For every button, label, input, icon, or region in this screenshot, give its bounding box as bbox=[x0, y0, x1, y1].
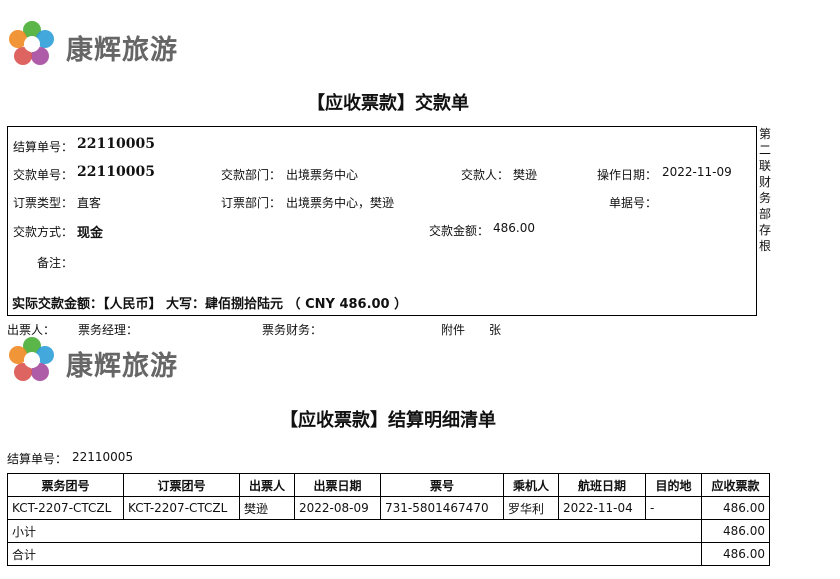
pay-no-value: 22110005 bbox=[77, 164, 155, 180]
pay-amount-value: 486.00 bbox=[493, 221, 535, 235]
table-header-row: 票务团号 订票团号 出票人 出票日期 票号 乘机人 航班日期 目的地 应收票款 bbox=[7, 473, 770, 497]
column-header: 航班日期 bbox=[558, 473, 646, 497]
subtotal-row: 小计 486.00 bbox=[7, 519, 770, 543]
order-dept-label: 订票部门： bbox=[221, 196, 282, 210]
pay-method-value: 现金 bbox=[77, 226, 104, 241]
settle-no-value: 22110005 bbox=[77, 136, 155, 152]
copy-note-char: 部 bbox=[758, 207, 771, 221]
actual-amount-line: 实际交款金额：【人民币】 大写：肆佰捌拾陆元 （ CNY 486.00 ） bbox=[12, 297, 408, 312]
brand-name: 康辉旅游 bbox=[66, 35, 178, 66]
column-header: 票务团号 bbox=[7, 473, 124, 497]
pay-dept-value: 出境票务中心 bbox=[286, 168, 359, 182]
subtotal-value: 486.00 bbox=[701, 519, 770, 543]
total-value: 486.00 bbox=[701, 542, 770, 566]
doc-no-label: 单据号： bbox=[609, 196, 658, 210]
op-date-label: 操作日期： bbox=[597, 168, 658, 182]
receipt-title: 【应收票款】交款单 bbox=[307, 93, 469, 114]
detail-title: 【应收票款】结算明细清单 bbox=[280, 410, 496, 431]
table-cell: 2022-08-09 bbox=[294, 496, 381, 520]
copy-note-char: 存 bbox=[758, 223, 771, 237]
remark-label: 备注： bbox=[37, 256, 74, 270]
detail-table: 票务团号 订票团号 出票人 出票日期 票号 乘机人 航班日期 目的地 应收票款 … bbox=[7, 473, 770, 566]
payer-label: 交款人： bbox=[461, 168, 510, 182]
table-cell: 486.00 bbox=[701, 496, 770, 520]
copy-note: 第 二 联 财 务 部 存 根 bbox=[758, 126, 772, 254]
table-cell: KCT-2207-CTCZL bbox=[123, 496, 240, 520]
pay-dept-label: 交款部门： bbox=[221, 168, 282, 182]
company-logo: 康辉旅游 bbox=[8, 336, 188, 388]
total-row: 合计 486.00 bbox=[7, 542, 770, 566]
copy-note-char: 第 bbox=[758, 127, 771, 141]
column-header: 乘机人 bbox=[503, 473, 559, 497]
pay-no-label: 交款单号： bbox=[13, 168, 74, 182]
column-header: 出票日期 bbox=[294, 473, 381, 497]
settle-no-label: 结算单号： bbox=[13, 140, 74, 154]
attachment-label: 附件 bbox=[441, 323, 466, 337]
finance-label: 票务财务： bbox=[262, 323, 323, 337]
company-logo: 康辉旅游 bbox=[8, 20, 188, 72]
payer-value: 樊逊 bbox=[513, 168, 538, 182]
subtotal-label: 小计 bbox=[7, 519, 702, 543]
table-cell: 731-5801467470 bbox=[380, 496, 504, 520]
column-header: 目的地 bbox=[645, 473, 702, 497]
flower-logo-icon bbox=[9, 337, 54, 381]
table-row: KCT-2207-CTCZL KCT-2207-CTCZL 樊逊 2022-08… bbox=[7, 496, 770, 520]
total-label: 合计 bbox=[7, 542, 702, 566]
table-cell: - bbox=[645, 496, 702, 520]
pay-method-label: 交款方式： bbox=[13, 225, 74, 239]
copy-note-char: 务 bbox=[758, 191, 771, 205]
detail-settle-no-label: 结算单号： bbox=[7, 452, 68, 466]
ticket-type-label: 订票类型： bbox=[13, 196, 74, 210]
receipt-box bbox=[7, 126, 757, 316]
copy-note-char: 联 bbox=[758, 159, 771, 173]
column-header: 票号 bbox=[380, 473, 504, 497]
copy-note-char: 二 bbox=[758, 143, 771, 157]
brand-name: 康辉旅游 bbox=[66, 351, 178, 382]
copy-note-char: 根 bbox=[758, 239, 771, 253]
column-header: 出票人 bbox=[239, 473, 295, 497]
table-cell: 2022-11-04 bbox=[558, 496, 646, 520]
table-cell: 罗华利 bbox=[503, 496, 559, 520]
table-cell: 樊逊 bbox=[239, 496, 295, 520]
detail-settle-no-value: 22110005 bbox=[72, 450, 134, 464]
flower-logo-icon bbox=[9, 21, 54, 65]
order-dept-value: 出境票务中心，樊逊 bbox=[286, 196, 395, 210]
pay-amount-label: 交款金额： bbox=[429, 224, 490, 238]
attachment-unit-label: 张 bbox=[489, 323, 502, 337]
table-cell: KCT-2207-CTCZL bbox=[7, 496, 124, 520]
column-header: 订票团号 bbox=[123, 473, 240, 497]
copy-note-char: 财 bbox=[758, 175, 771, 189]
op-date-value: 2022-11-09 bbox=[662, 165, 732, 179]
column-header: 应收票款 bbox=[701, 473, 770, 497]
ticket-type-value: 直客 bbox=[77, 196, 102, 210]
